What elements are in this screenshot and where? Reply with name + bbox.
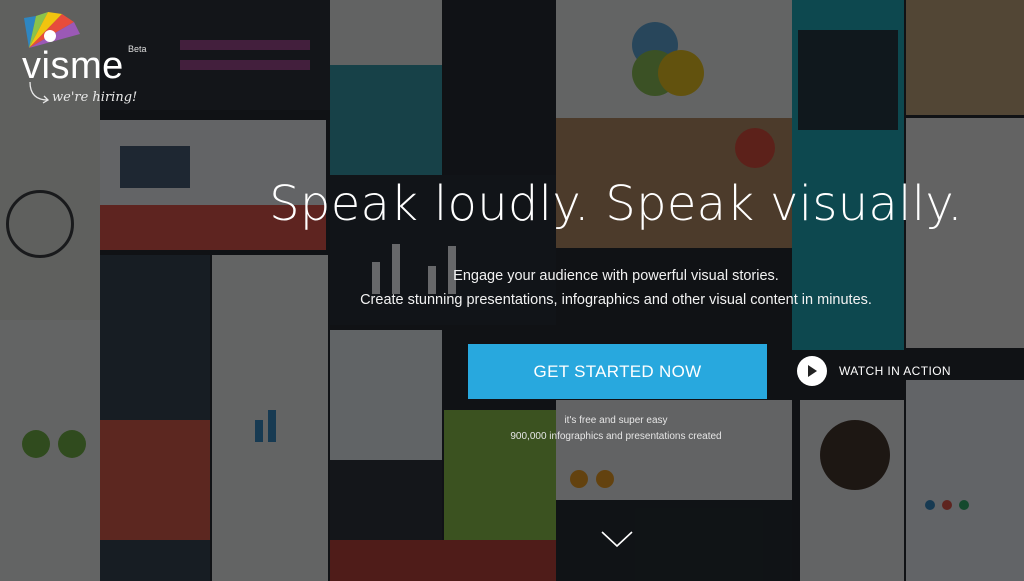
hero-subline-1: Engage your audience with powerful visua… — [453, 268, 779, 284]
hero-headline: Speak loudly. Speak visually. — [269, 176, 963, 232]
beta-label: Beta — [128, 44, 147, 54]
free-note: it's free and super easy — [564, 415, 668, 426]
usage-count-note: 900,000 infographics and presentations c… — [510, 431, 722, 442]
play-icon[interactable] — [797, 356, 827, 386]
watch-label[interactable]: WATCH IN ACTION — [839, 364, 951, 378]
curved-arrow-icon — [29, 81, 50, 104]
get-started-button[interactable]: GET STARTED NOW — [468, 344, 767, 399]
visme-logo[interactable]: visme Beta we're hiring! — [22, 10, 152, 110]
hiring-link[interactable]: we're hiring! — [52, 90, 137, 105]
watch-in-action-button[interactable]: WATCH IN ACTION — [797, 356, 951, 386]
logo-fan-icon — [24, 12, 80, 48]
chevron-down-icon[interactable] — [601, 530, 633, 548]
hero-subline-2: Create stunning presentations, infograph… — [360, 292, 872, 308]
